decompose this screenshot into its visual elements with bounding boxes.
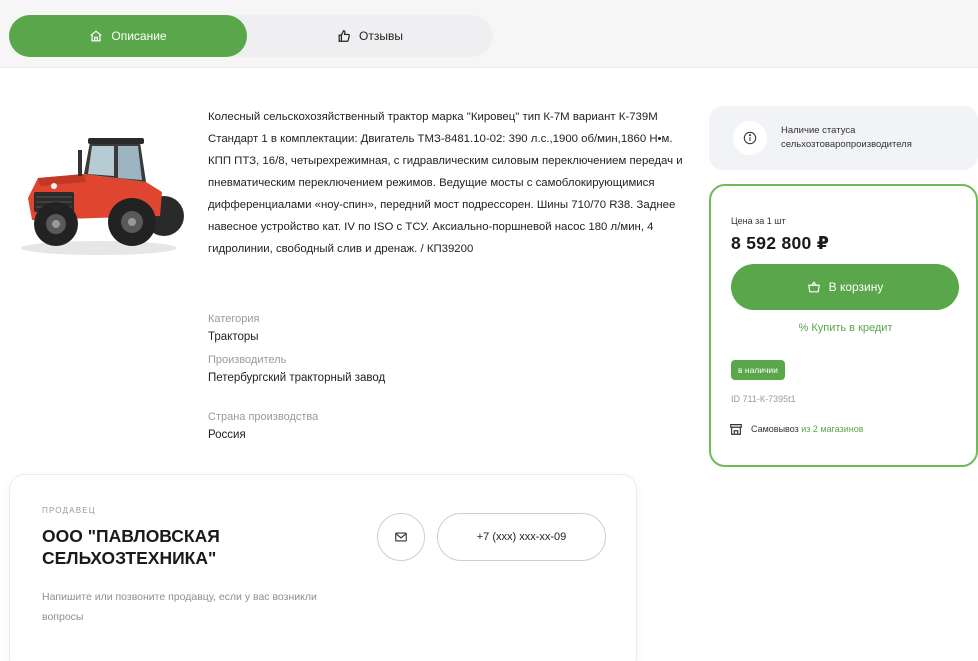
product-id: ID 711-К-7395t1: [731, 394, 796, 404]
price-label: Цена за 1 шт: [731, 216, 786, 226]
message-seller-button[interactable]: [377, 513, 425, 561]
pickup-stores-link[interactable]: из 2 магазинов: [801, 424, 863, 434]
mail-icon: [395, 532, 407, 542]
producer-status-card[interactable]: Наличие статуса сельхозтоваропроизводите…: [709, 106, 978, 170]
tab-reviews[interactable]: Отзывы: [247, 15, 493, 57]
store-icon: [730, 424, 742, 435]
add-to-cart-label: В корзину: [828, 280, 884, 294]
seller-card: ПРОДАВЕЦ ООО "ПАВЛОВСКАЯ СЕЛЬХОЗТЕХНИКА"…: [9, 474, 637, 661]
home-icon: [90, 30, 103, 42]
basket-icon: [807, 281, 820, 293]
producer-status-line1: Наличие статуса: [781, 125, 856, 136]
attr-manufacturer-value: Петербургский тракторный завод: [208, 372, 386, 384]
tab-description-label: Описание: [111, 29, 167, 43]
producer-status-line2: сельхозтоваропроизводителя: [781, 139, 912, 150]
add-to-cart-button[interactable]: В корзину: [731, 264, 959, 310]
buy-on-credit-link[interactable]: % Купить в кредит: [711, 322, 978, 334]
seller-hint: Напишите или позвоните продавцу, если у …: [42, 591, 317, 623]
tab-bar: Описание Отзывы: [9, 15, 493, 57]
attr-category-label: Категория: [208, 313, 260, 325]
pickup-info: Самовывоз из 2 магазинов: [729, 422, 864, 436]
tab-reviews-label: Отзывы: [359, 29, 403, 43]
seller-name[interactable]: ООО "ПАВЛОВСКАЯ СЕЛЬХОЗТЕХНИКА": [42, 525, 302, 569]
tab-description[interactable]: Описание: [9, 15, 247, 57]
in-stock-badge: в наличии: [731, 360, 785, 380]
pickup-label: Самовывоз: [751, 424, 799, 434]
price-card: Цена за 1 шт 8 592 800 ₽ В корзину % Куп…: [709, 184, 978, 467]
product-image: [14, 120, 184, 260]
attr-country-value: Россия: [208, 429, 246, 441]
attr-country-label: Страна производства: [208, 411, 319, 423]
call-seller-button[interactable]: +7 (xxx) xxx-xx-09: [437, 513, 606, 561]
info-icon: [733, 121, 767, 155]
thumbs-up-icon: [338, 30, 350, 42]
price-value: 8 592 800 ₽: [731, 233, 830, 253]
product-description: Колесный сельскохозяйственный трактор ма…: [208, 111, 683, 255]
attr-category-value: Тракторы: [208, 331, 259, 343]
producer-status-text: Наличие статуса сельхозтоваропроизводите…: [781, 124, 912, 152]
seller-caption: ПРОДАВЕЦ: [42, 506, 96, 515]
attr-manufacturer-label: Производитель: [208, 354, 287, 366]
